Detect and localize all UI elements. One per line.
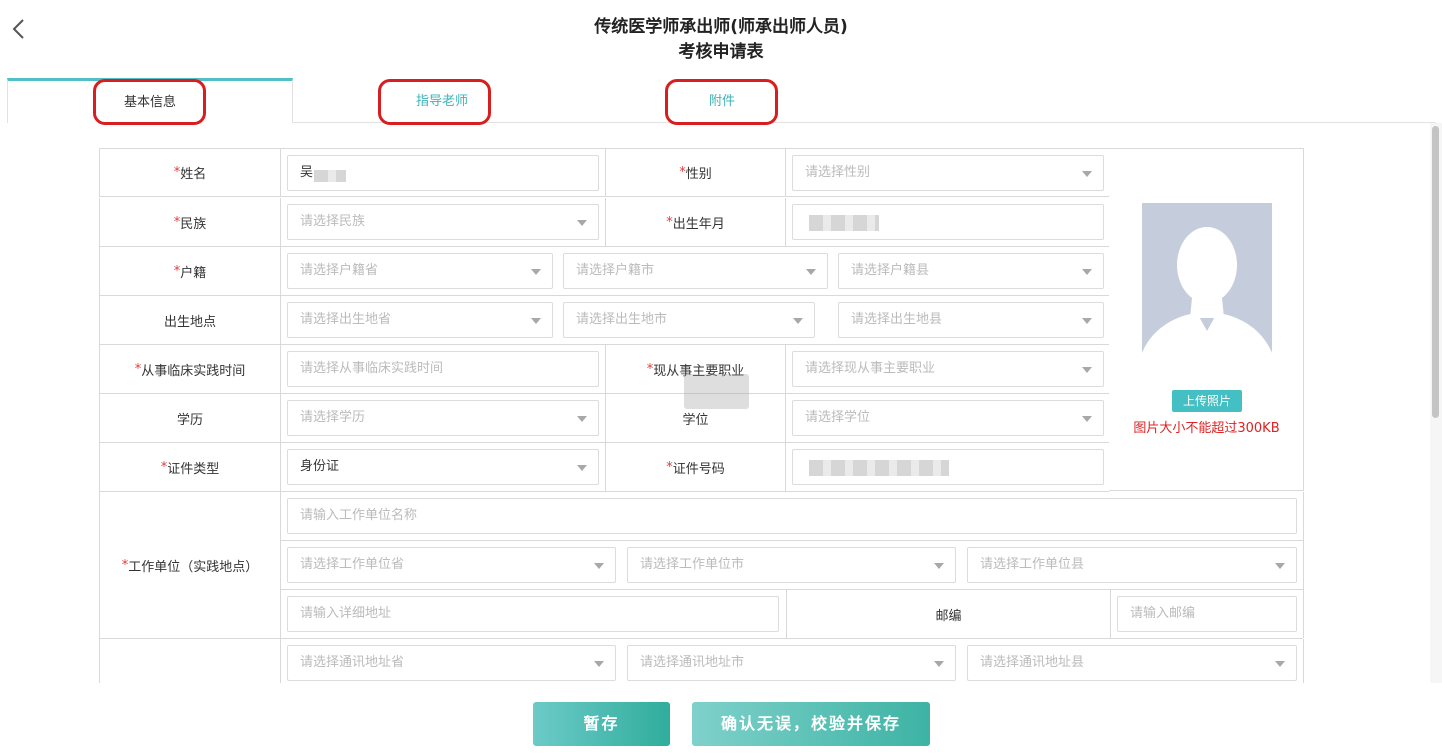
tab-instructor[interactable]: 指导老师: [327, 78, 557, 123]
redacted-id-number: [809, 460, 949, 476]
household-county-select[interactable]: 请选择户籍县: [838, 253, 1104, 289]
chevron-down-icon: [806, 269, 816, 275]
photo-panel: 上传照片 图片大小不能超过300KB: [1109, 148, 1304, 491]
occupation-select[interactable]: 请选择现从事主要职业: [792, 351, 1104, 387]
mailing-province-select[interactable]: 请选择通讯地址省: [287, 645, 616, 681]
upload-photo-button[interactable]: 上传照片: [1172, 390, 1242, 412]
row-id: * 证件类型 身份证 * 证件号码: [99, 443, 1109, 492]
household-city-select[interactable]: 请选择户籍市: [563, 253, 828, 289]
chevron-down-icon: [934, 661, 944, 667]
chevron-down-icon: [1275, 563, 1285, 569]
row-name: * 姓名 吴 * 性别 请选择性别: [99, 148, 1109, 197]
redacted-birth: [809, 215, 879, 231]
mailing-city-select[interactable]: 请选择通讯地址市: [627, 645, 956, 681]
confirm-save-button[interactable]: 确认无误，校验并保存: [692, 702, 930, 746]
chevron-down-icon: [594, 661, 604, 667]
id-number-input[interactable]: [792, 449, 1104, 485]
row-education: 学历 请选择学历 学位 请选择学位: [99, 394, 1109, 443]
row-ethnicity: * 民族 请选择民族 * 出生年月: [99, 198, 1109, 247]
chevron-down-icon: [1275, 661, 1285, 667]
row-mailing: 请选择通讯地址省 请选择通讯地址市 请选择通讯地址县: [99, 639, 1304, 683]
chevron-down-icon: [1082, 318, 1092, 324]
workplace-county-select[interactable]: 请选择工作单位县: [967, 547, 1297, 583]
application-page: 传统医学师承出师(师承出师人员) 考核申请表 基本信息 指导老师 附件 * 姓名 …: [0, 0, 1442, 754]
label-postcode: 邮编: [786, 590, 1111, 639]
birthplace-city-select[interactable]: 请选择出生地市: [563, 302, 815, 338]
loading-overlay: [684, 374, 749, 409]
gender-select[interactable]: 请选择性别: [792, 155, 1104, 191]
degree-select[interactable]: 请选择学位: [792, 400, 1104, 436]
page-title: 传统医学师承出师(师承出师人员): [594, 17, 848, 37]
label-household: * 户籍: [100, 247, 281, 295]
workplace-province-select[interactable]: 请选择工作单位省: [287, 547, 616, 583]
postcode-input[interactable]: 请输入邮编: [1117, 596, 1297, 632]
chevron-down-icon: [531, 269, 541, 275]
chevron-down-icon: [531, 318, 541, 324]
tab-bar: 基本信息 指导老师 附件: [7, 78, 1436, 123]
chevron-down-icon: [1082, 269, 1092, 275]
label-birthplace: 出生地点: [100, 296, 281, 344]
workplace-city-select[interactable]: 请选择工作单位市: [627, 547, 956, 583]
label-birth: * 出生年月: [606, 198, 786, 246]
photo-size-note: 图片大小不能超过300KB: [1133, 421, 1280, 436]
tab-basic-info[interactable]: 基本信息: [7, 78, 293, 123]
tab-attachments[interactable]: 附件: [607, 78, 837, 123]
chevron-down-icon: [793, 318, 803, 324]
workplace-address-input[interactable]: 请输入详细地址: [287, 596, 779, 632]
label-id-number: * 证件号码: [606, 443, 786, 491]
chevron-down-icon: [594, 563, 604, 569]
save-draft-button[interactable]: 暂存: [533, 702, 670, 746]
mailing-county-select[interactable]: 请选择通讯地址县: [967, 645, 1297, 681]
birth-date-input[interactable]: [792, 204, 1104, 240]
row-workplace: * 工作单位（实践地点） 请输入工作单位名称 请选择工作单位省 请选择工作单位市 …: [99, 492, 1304, 639]
chevron-down-icon: [1082, 416, 1092, 422]
chevron-down-icon: [1082, 171, 1092, 177]
row-practice: * 从事临床实践时间 请选择从事临床实践时间 * 现从事主要职业 请选择现从事主要职…: [99, 345, 1109, 394]
row-birthplace: 出生地点 请选择出生地省 请选择出生地市 请选择出生地县: [99, 296, 1109, 345]
scrollbar-thumb[interactable]: [1432, 126, 1439, 418]
birthplace-county-select[interactable]: 请选择出生地县: [838, 302, 1104, 338]
page-subtitle: 考核申请表: [678, 42, 764, 62]
workplace-name-input[interactable]: 请输入工作单位名称: [287, 498, 1297, 534]
chevron-down-icon: [1082, 367, 1092, 373]
chevron-down-icon: [934, 563, 944, 569]
row-household: * 户籍 请选择户籍省 请选择户籍市 请选择户籍县: [99, 247, 1109, 296]
avatar-placeholder-icon: [1142, 203, 1272, 383]
household-province-select[interactable]: 请选择户籍省: [287, 253, 553, 289]
label-gender: * 性别: [606, 149, 786, 196]
birthplace-province-select[interactable]: 请选择出生地省: [287, 302, 553, 338]
